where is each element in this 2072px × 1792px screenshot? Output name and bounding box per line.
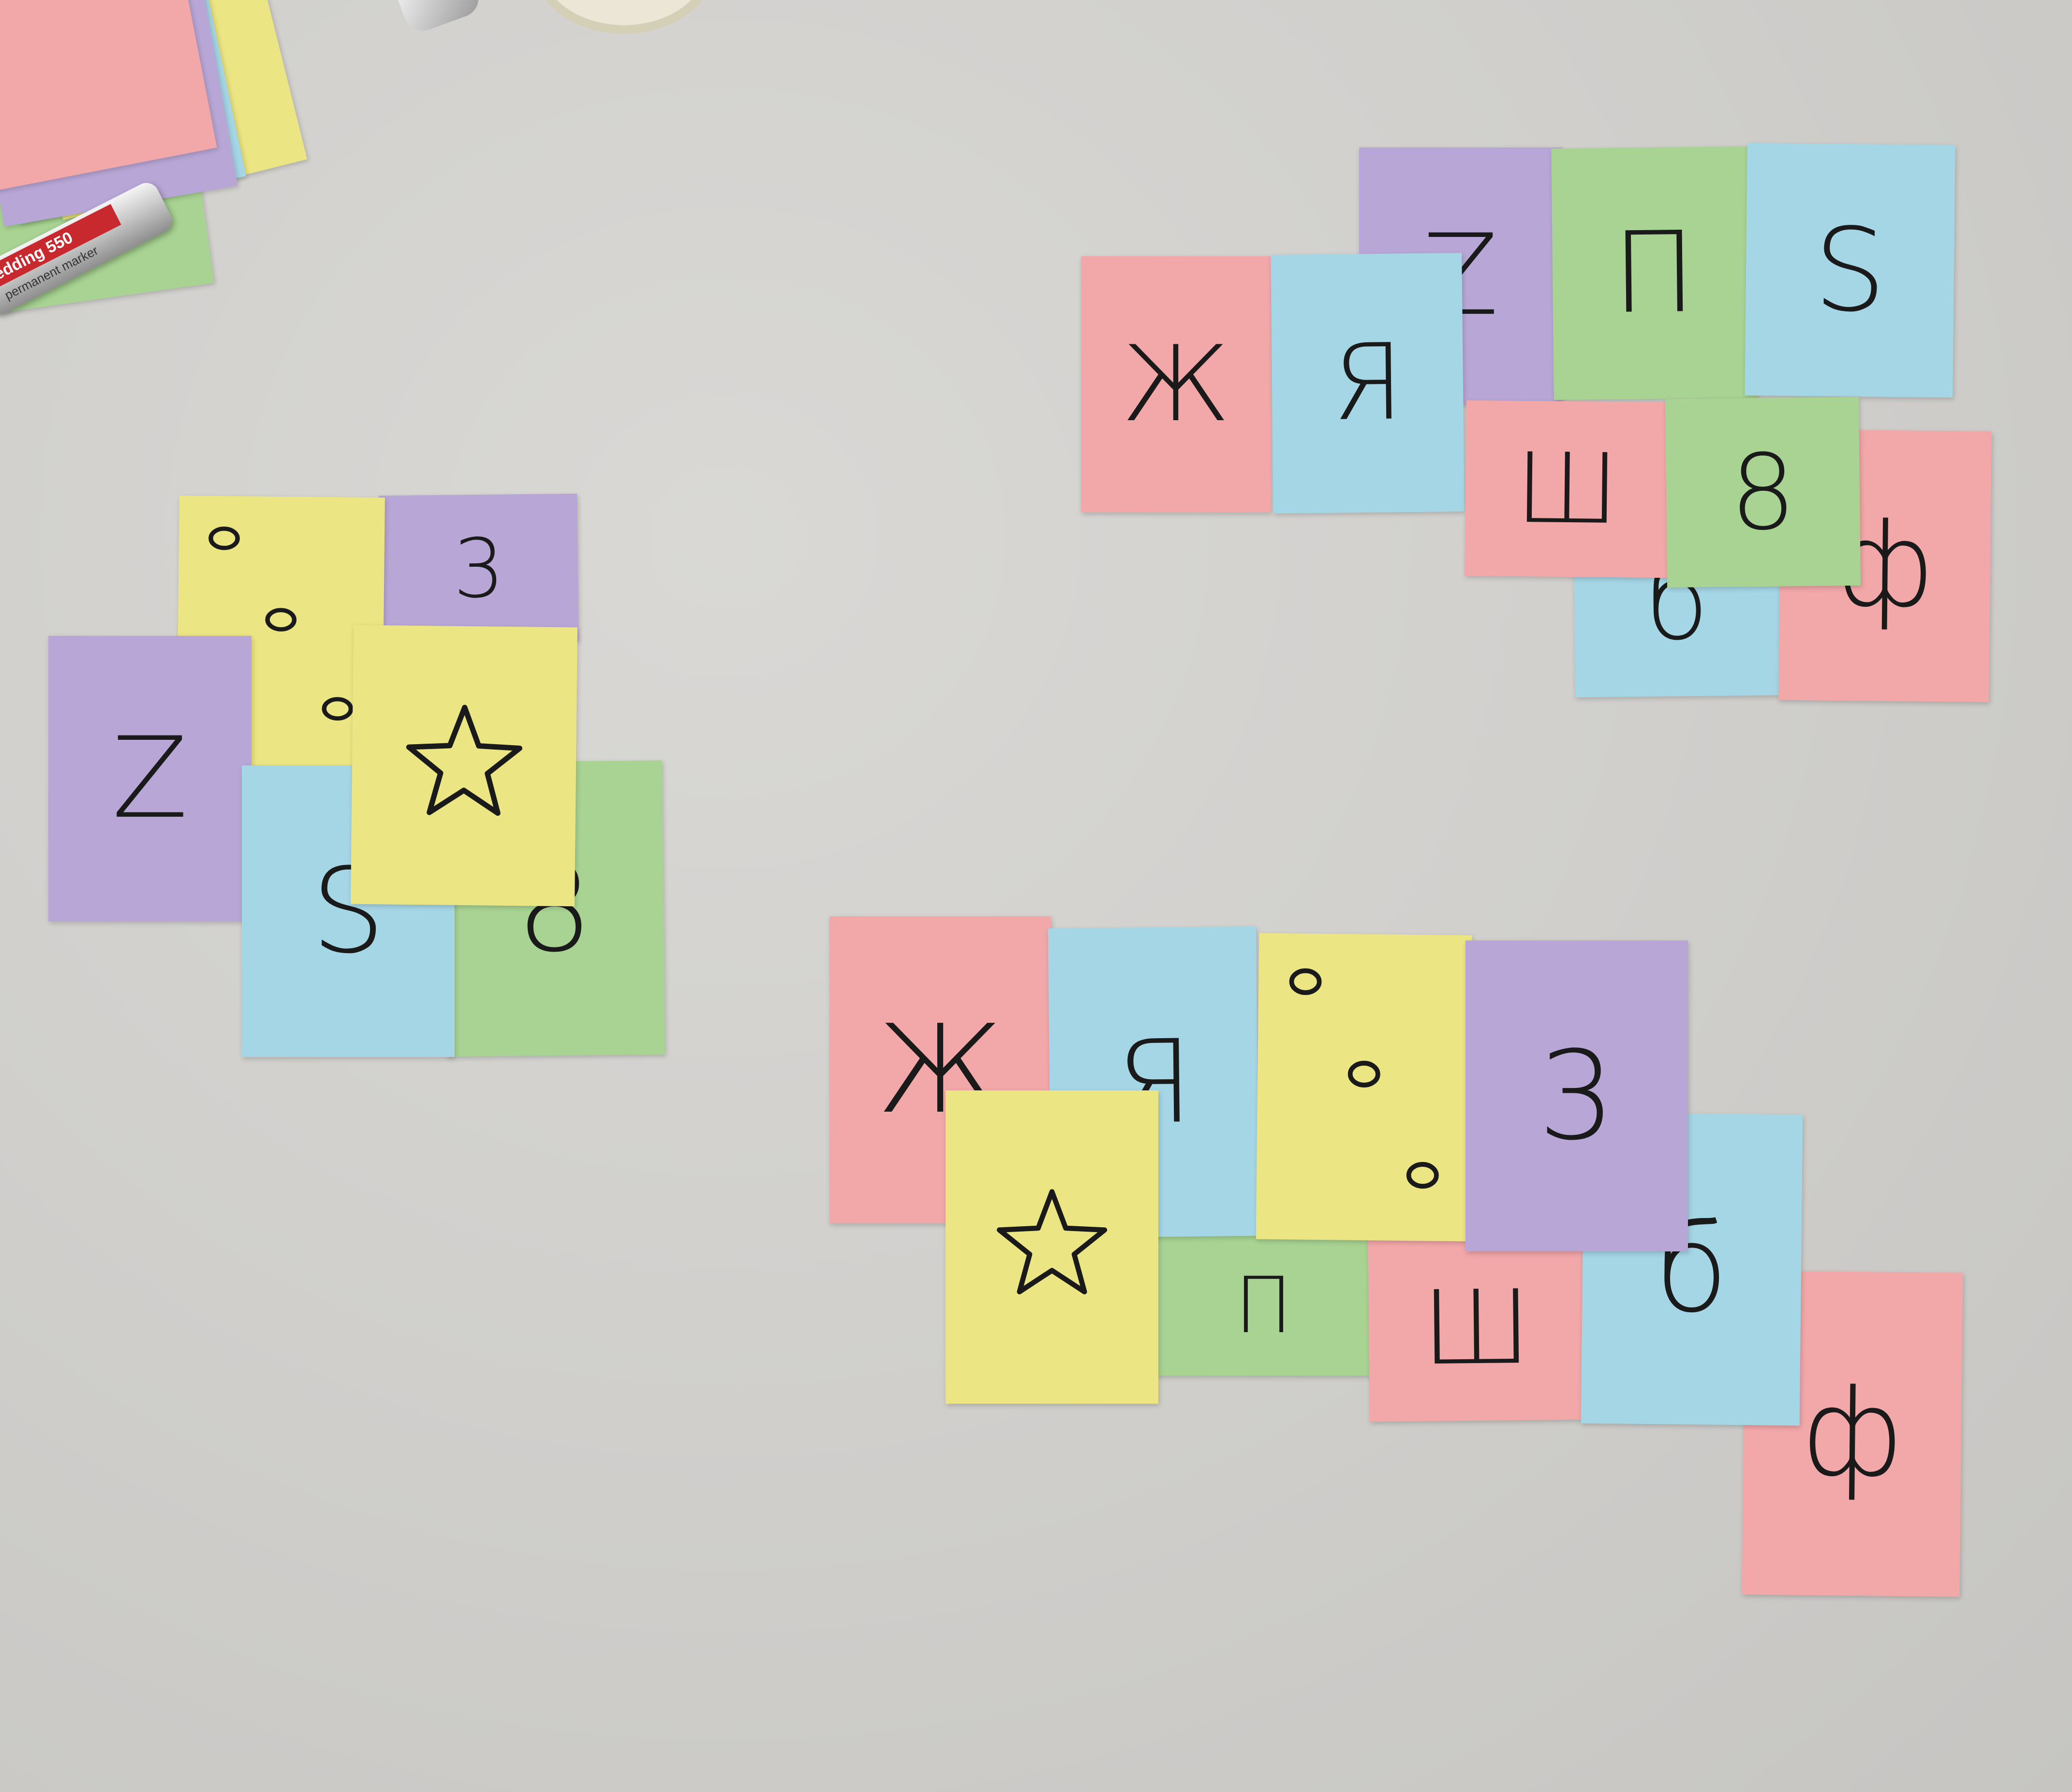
star-drawing [996,1189,1108,1294]
dot-symbol [1347,1060,1380,1087]
dot-symbol [208,527,240,550]
paper-card: 3 [1465,940,1688,1251]
paper-card: 3 [379,493,579,644]
card-symbol: Ш [1514,432,1620,546]
star-drawing [406,705,522,816]
star-symbol [406,705,522,816]
card-symbol: Я [1330,322,1405,444]
paper-card: Ш [1368,1234,1585,1422]
card-symbol: S [1813,203,1887,338]
paper-card: П [1551,146,1757,400]
card-symbol: Ж [1121,323,1230,445]
paper-card: Ш [1465,400,1670,578]
card-symbol: Ш [1421,1267,1532,1388]
card-symbol: 3 [1538,1025,1616,1167]
card-symbol: 3 [452,520,505,617]
paper-card: S [1745,143,1955,398]
dot-symbol [1289,968,1322,995]
dot-symbol [265,608,297,632]
paper-card [1256,933,1472,1242]
photo-scene: edding 550permanent marker 3Z8SбфZПSЖЯШ8… [0,0,2072,1792]
star-symbol [996,1189,1108,1294]
dots-drawing [1289,968,1439,1189]
paper-card: Ж [1081,256,1271,513]
dot-symbol [1406,1162,1439,1189]
paper-card [946,1090,1158,1404]
dot-symbol [322,697,354,721]
card-symbol: П [1234,1260,1293,1351]
tape-roll [532,0,716,34]
card-symbol: 8 [1729,431,1797,554]
scissors [396,0,484,36]
paper-card: Z [48,636,252,921]
paper-card: П [1156,1235,1371,1376]
paper-card: Я [1271,252,1465,514]
card-symbol: Z [111,713,189,843]
paper-card: 8 [1665,397,1861,588]
card-symbol: П [1611,207,1697,338]
paper-card [350,625,578,907]
